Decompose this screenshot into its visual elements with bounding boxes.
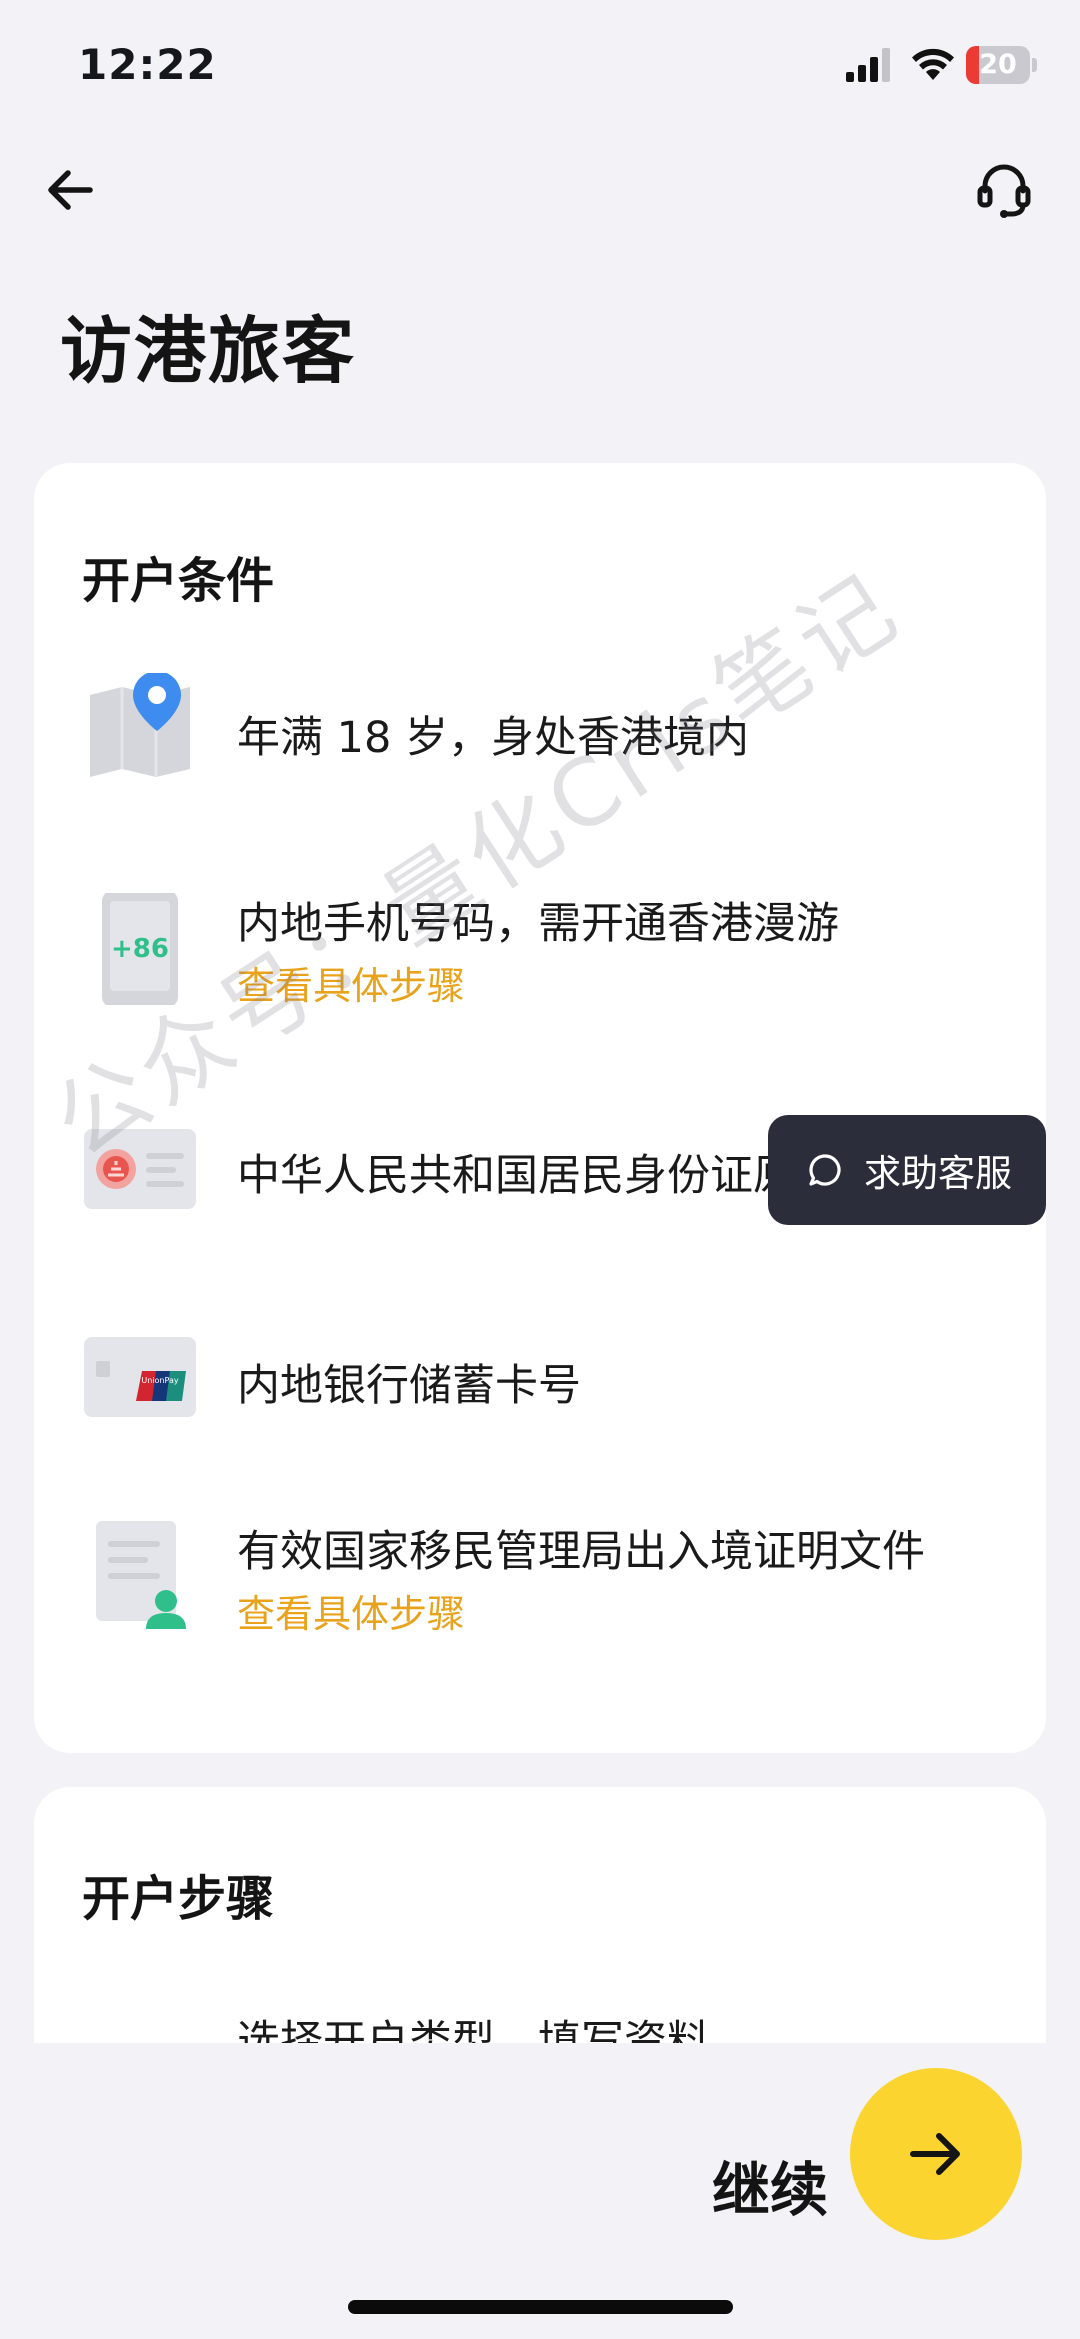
- condition-text: 有效国家移民管理局出入境证明文件: [237, 1527, 925, 1577]
- cellular-signal-icon: [846, 48, 890, 82]
- screen: 12:22 20 访港旅客 开户条件 年满 18 岁，身处香港境内 +86 内地…: [0, 0, 1080, 2339]
- wifi-icon: [912, 48, 954, 80]
- map-pin-icon: [90, 673, 190, 777]
- document-person-icon: [96, 1521, 186, 1629]
- arrow-left-icon: [48, 170, 93, 210]
- arrow-right-icon: [910, 2133, 960, 2175]
- battery-icon: 20: [966, 46, 1038, 84]
- condition-text: 内地银行储蓄卡号: [237, 1361, 581, 1411]
- headset-icon: [977, 164, 1031, 218]
- condition-text: 年满 18 岁，身处香港境内: [237, 713, 750, 763]
- condition-text: 中华人民共和国居民身份证原件: [237, 1151, 839, 1201]
- home-indicator: [348, 2300, 733, 2314]
- phone-plus86-icon: +86: [102, 893, 178, 1005]
- conditions-card: 开户条件 年满 18 岁，身处香港境内 +86 内地手机号码，需开通香港漫游 查…: [34, 463, 1046, 1753]
- battery-level: 20: [979, 49, 1017, 80]
- status-bar: 12:22 20: [0, 0, 1080, 130]
- phone-code: +86: [111, 934, 169, 964]
- back-button[interactable]: [30, 150, 110, 230]
- page-title: 访港旅客: [60, 309, 357, 393]
- chat-bubble-icon: [809, 1154, 841, 1186]
- customer-service-button[interactable]: [964, 150, 1044, 230]
- continue-label: 继续: [712, 2156, 829, 2224]
- conditions-title: 开户条件: [82, 553, 275, 609]
- continue-button[interactable]: [850, 2068, 1022, 2240]
- steps-title: 开户步骤: [82, 1871, 275, 1927]
- bottom-action-bar: 继续: [0, 2043, 1080, 2339]
- view-steps-link[interactable]: 查看具体步骤: [237, 955, 465, 1010]
- unionpay-card-icon: UnionPay: [84, 1337, 196, 1417]
- view-steps-link[interactable]: 查看具体步骤: [237, 1583, 465, 1638]
- status-time: 12:22: [78, 40, 217, 89]
- condition-text: 内地手机号码，需开通香港漫游: [237, 899, 839, 949]
- id-card-icon: [84, 1129, 196, 1209]
- help-customer-service-button[interactable]: 求助客服: [768, 1115, 1046, 1225]
- help-label: 求助客服: [864, 1152, 1012, 1195]
- card-brand: UnionPay: [141, 1376, 178, 1385]
